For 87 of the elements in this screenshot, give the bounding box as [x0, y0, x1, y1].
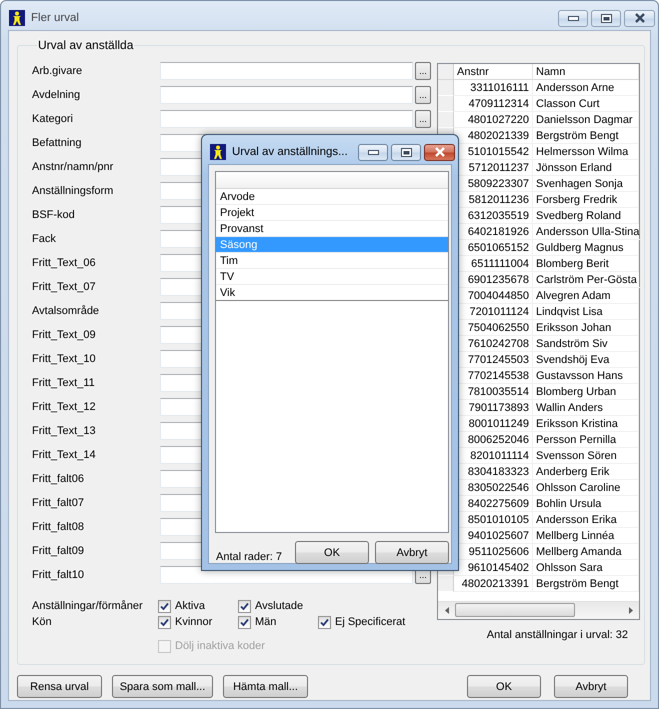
filter-label: Kön [31, 616, 53, 628]
window-title: Fler urval [31, 12, 80, 24]
table-cell: Carlström Per-Gösta [533, 272, 641, 288]
table-cell: Bohlin Ursula [533, 496, 639, 512]
field-label: Fritt_falt07 [31, 497, 85, 509]
table-cell: Classon Curt [533, 96, 639, 112]
field-label: BSF-kod [31, 209, 76, 221]
table-cell: Sandström Siv [533, 336, 639, 352]
field-label: Fritt_Text_07 [31, 281, 97, 293]
column-header[interactable]: Namn [533, 64, 639, 80]
table-cell: Svendshöj Eva [533, 352, 639, 368]
table-cell: Andersson Arne [533, 80, 639, 96]
field-label: Fritt_Text_11 [31, 377, 96, 389]
field-label: Fritt_Text_09 [31, 329, 97, 341]
cancel-button[interactable]: Avbryt [554, 675, 628, 698]
window-title: Urval av anställnings... [232, 146, 349, 158]
table-cell: Wallin Anders [533, 400, 639, 416]
field-label: Avtalsområde [31, 305, 100, 317]
table-cell: Andersson Ulla-Stina [533, 224, 644, 240]
table-cell: Lindqvist Lisa [533, 304, 639, 320]
dialog-button[interactable]: OK [295, 541, 369, 564]
table-cell: Mellberg Linnéa [533, 528, 639, 544]
table-cell: Svedberg Roland [533, 208, 639, 224]
action-button[interactable]: Rensa urval [17, 675, 102, 698]
field-label: Befattning [31, 137, 83, 149]
table-cell: 3311016111 [454, 80, 533, 96]
table-cell: Alvegren Adam [533, 288, 639, 304]
table-cell: Helmersson Wilma [533, 144, 639, 160]
browse-button[interactable]: ... [415, 110, 431, 128]
table-cell: 4709112314 [454, 96, 533, 112]
selection-count: Antal anställningar i urval: 32 [486, 629, 628, 641]
table-cell: Jönsson Erland [533, 160, 639, 176]
field-label: Fritt_falt09 [31, 545, 85, 557]
action-button[interactable]: Hämta mall... [223, 675, 308, 698]
table-cell: Guldberg Magnus [533, 240, 639, 256]
filter-label: Anställningar/förmåner [31, 600, 144, 612]
table-cell: Blomberg Berit [533, 256, 639, 272]
table-cell: 4801027220 [454, 112, 533, 128]
checkbox-label[interactable]: Avslutade [255, 600, 304, 612]
table-cell: Andersson Erika [533, 512, 639, 528]
table-cell: Eriksson Kristina [533, 416, 639, 432]
checkbox-label[interactable]: Ej Specificerat [335, 616, 406, 628]
field-label: Fritt_Text_10 [31, 353, 97, 365]
browse-button[interactable]: ... [415, 86, 431, 104]
field-label: Fack [31, 233, 57, 245]
column-header[interactable]: Anstnr [454, 64, 533, 80]
field-label: Fritt_Text_13 [31, 425, 97, 437]
list-item[interactable]: TV [216, 269, 448, 285]
table-cell: Mellberg Amanda [533, 544, 639, 560]
field-label: Fritt_Text_14 [31, 449, 97, 461]
table-cell: Svenhagen Sonja [533, 176, 639, 192]
field-label: Fritt_Text_12 [31, 401, 97, 413]
list-item[interactable]: Projekt [216, 205, 448, 221]
checkbox-label[interactable]: Aktiva [175, 600, 205, 612]
list-item[interactable]: Tim [216, 253, 448, 269]
table-cell: 48020213391 [454, 576, 533, 592]
table-cell: Danielsson Dagmar [533, 112, 639, 128]
field-label: Kategori [31, 113, 74, 125]
checkbox-label[interactable]: Män [255, 616, 276, 628]
browse-button[interactable]: ... [415, 62, 431, 80]
field-label: Fritt_falt06 [31, 473, 85, 485]
field-label: Fritt_falt08 [31, 521, 85, 533]
ok-button[interactable]: OK [467, 675, 541, 698]
table-cell: Forsberg Fredrik [533, 192, 639, 208]
dialog-button[interactable]: Avbryt [375, 541, 449, 564]
group-title: Urval av anställda [37, 38, 134, 52]
table-cell: Ohlsson Sara [533, 560, 639, 576]
list-item[interactable]: Arvode [216, 189, 448, 205]
action-button[interactable]: Spara som mall... [112, 675, 213, 698]
field-label: Avdelning [31, 89, 82, 101]
table-cell: Ohlsson Caroline [533, 480, 639, 496]
table-cell: Bergström Bengt [533, 576, 639, 592]
field-label: Fritt_Text_06 [31, 257, 97, 269]
field-label: Arb.givare [31, 65, 84, 77]
field-label: Anstnr/namn/pnr [31, 161, 114, 173]
list-item[interactable]: Vik [216, 285, 448, 301]
table-cell: Anderberg Erik [533, 464, 639, 480]
field-label: Anställningsform [31, 185, 114, 197]
table-cell: Eriksson Johan [533, 320, 639, 336]
table-cell: Blomberg Urban [533, 384, 639, 400]
table-cell: Bergström Bengt [533, 128, 639, 144]
row-count: Antal rader: 7 [215, 551, 284, 564]
checkbox-label[interactable]: Kvinnor [175, 616, 212, 628]
table-cell: Gustavsson Hans [533, 368, 639, 384]
table-cell: Svensson Sören [533, 448, 639, 464]
field-label: Fritt_falt10 [31, 569, 85, 581]
table-cell: Persson Pernilla [533, 432, 639, 448]
